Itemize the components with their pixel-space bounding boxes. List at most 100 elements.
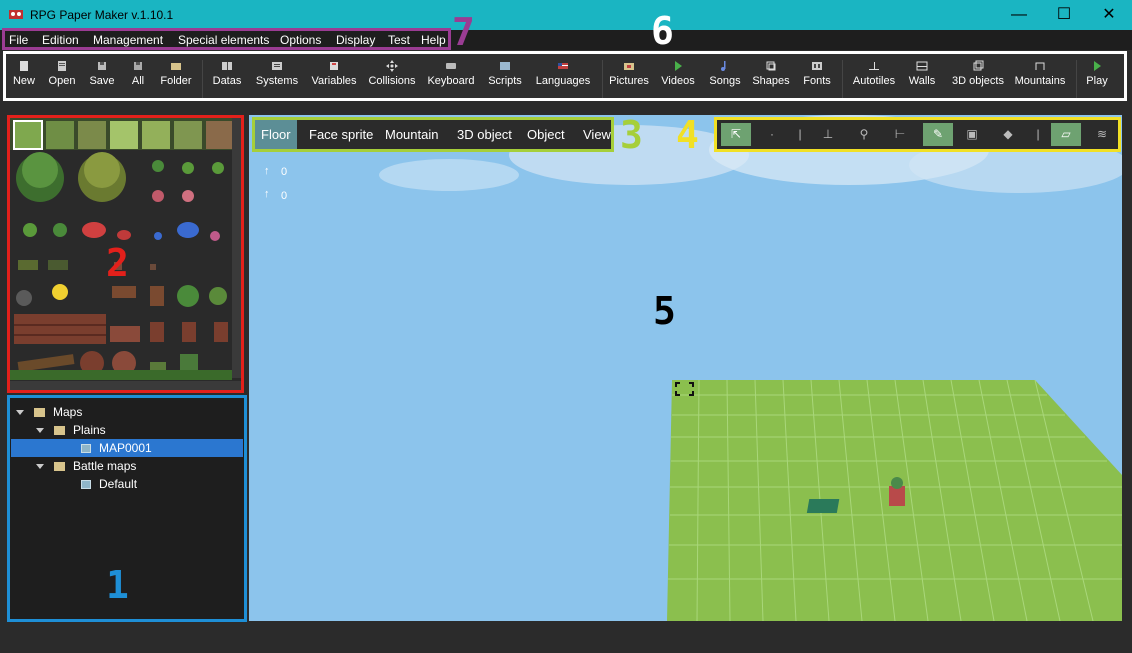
autotiles-icon (869, 62, 879, 70)
drawing-tools-bar: ⇱ · | ⊥ ⚲ ⊢ ✎ ▣ ◆ | ▱ ≋ (714, 117, 1121, 152)
tree-item-map0001[interactable]: MAP0001 (11, 439, 243, 457)
fonts-icon (812, 62, 822, 70)
scale-tool-icon[interactable]: ⚲ (849, 123, 879, 146)
minimize-button[interactable]: — (996, 0, 1042, 30)
mountains-button[interactable]: Mountains (1012, 60, 1068, 100)
tree-item-battle-maps[interactable]: Battle maps (36, 457, 244, 475)
map-editor-viewport[interactable] (249, 115, 1122, 621)
tree-item-maps[interactable]: Maps (16, 403, 244, 421)
play-icon (1094, 61, 1101, 71)
annotation-number-7: 7 (452, 10, 475, 54)
separator-icon: | (1036, 127, 1040, 141)
autotiles-button[interactable]: Autotiles (849, 60, 899, 100)
folder-icon (54, 462, 65, 472)
save-button[interactable]: Save (86, 60, 118, 100)
folder-icon (34, 408, 45, 418)
shapes-icon (766, 61, 776, 71)
tab-3d-object[interactable]: 3D object (451, 120, 518, 149)
tree-item-default[interactable]: Default (81, 475, 244, 493)
rotate-tool-icon[interactable]: ⊥ (813, 123, 843, 146)
annotation-number-2: 2 (106, 241, 129, 285)
new-file-icon (20, 61, 28, 71)
tileset-vertical-scrollbar[interactable] (232, 118, 241, 378)
z-coordinate: 0 (281, 190, 288, 202)
3d-objects-button[interactable]: 3D objects (948, 60, 1008, 100)
annotation-box-7 (2, 28, 451, 50)
tab-face-sprite[interactable]: Face sprite (303, 120, 379, 149)
languages-button[interactable]: Languages (533, 60, 593, 100)
toolbar-separator (202, 60, 203, 98)
window-title: RPG Paper Maker v.1.10.1 (30, 8, 174, 22)
scripts-icon (500, 62, 510, 70)
play-button[interactable]: Play (1082, 60, 1112, 100)
z-height-icon: ↑ (264, 188, 270, 200)
annotation-number-5: 5 (653, 289, 676, 333)
mountain-icon (1035, 62, 1045, 70)
toolbar-separator (602, 60, 603, 98)
toolbar-separator (842, 60, 843, 98)
pictures-button[interactable]: Pictures (608, 60, 650, 100)
title-bar: RPG Paper Maker v.1.10.1 — ☐ ✕ (0, 0, 1132, 30)
folder-icon (54, 426, 65, 436)
paint-bucket-tool-icon[interactable]: ◆ (993, 123, 1023, 146)
layer-on-tool-icon[interactable]: ≋ (1087, 123, 1117, 146)
collisions-move-icon (386, 60, 398, 72)
folder-button[interactable]: Folder (158, 60, 194, 100)
new-button[interactable]: New (9, 60, 39, 100)
keyboard-icon (446, 63, 456, 69)
pencil-tool-icon[interactable]: ✎ (923, 123, 953, 146)
songs-button[interactable]: Songs (708, 60, 742, 100)
tab-object[interactable]: Object (521, 120, 571, 149)
map-icon (81, 444, 91, 454)
map-element-tabs: Floor Face sprite Mountain 3D object Obj… (252, 117, 614, 152)
map-3d-view[interactable] (249, 115, 1122, 621)
systems-icon (272, 62, 282, 70)
tab-mountain[interactable]: Mountain (379, 120, 444, 149)
expand-arrow-icon[interactable] (16, 410, 24, 416)
variables-icon (330, 62, 338, 70)
rectangle-tool-icon[interactable]: ▣ (957, 123, 987, 146)
toolbar-separator (1076, 60, 1077, 98)
status-bar (0, 622, 1132, 653)
expand-arrow-icon[interactable] (36, 428, 44, 434)
shapes-button[interactable]: Shapes (751, 60, 791, 100)
music-note-icon (721, 61, 726, 71)
tab-floor[interactable]: Floor (255, 120, 297, 149)
close-button[interactable]: ✕ (1086, 0, 1132, 30)
collisions-button[interactable]: Collisions (368, 60, 416, 100)
tree-item-plains[interactable]: Plains (36, 421, 244, 439)
cursor-tool-icon[interactable]: ⇱ (721, 123, 751, 146)
maximize-button[interactable]: ☐ (1041, 0, 1087, 30)
annotation-number-4: 4 (676, 113, 699, 157)
map-icon (81, 480, 91, 490)
variables-button[interactable]: Variables (309, 60, 359, 100)
flag-icon (558, 63, 568, 69)
cube-icon (973, 60, 984, 71)
fonts-button[interactable]: Fonts (800, 60, 834, 100)
layer-off-tool-icon[interactable]: ▱ (1051, 123, 1081, 146)
open-button[interactable]: Open (46, 60, 78, 100)
folder-icon (171, 63, 181, 70)
play-video-icon (675, 61, 682, 71)
scripts-button[interactable]: Scripts (486, 60, 524, 100)
y-coordinate: 0 (281, 166, 288, 178)
save-all-button[interactable]: All (126, 60, 150, 100)
move-tool-icon[interactable]: · (757, 123, 787, 146)
annotation-number-3: 3 (620, 113, 643, 157)
main-toolbar: New Open Save All Folder Datas Systems V… (3, 51, 1127, 101)
walls-button[interactable]: Walls (906, 60, 938, 100)
systems-button[interactable]: Systems (254, 60, 300, 100)
save-all-icon (134, 62, 142, 70)
expand-arrow-icon[interactable] (36, 464, 44, 470)
translate-tool-icon[interactable]: ⊢ (885, 123, 915, 146)
tileset-horizontal-scrollbar[interactable] (10, 381, 241, 390)
videos-button[interactable]: Videos (660, 60, 696, 100)
app-logo-icon (9, 10, 23, 19)
datas-button[interactable]: Datas (210, 60, 244, 100)
keyboard-button[interactable]: Keyboard (425, 60, 477, 100)
y-height-icon: ↑ (264, 165, 270, 177)
open-icon (58, 61, 66, 71)
tab-view[interactable]: View (577, 120, 617, 149)
walls-icon (916, 61, 928, 71)
datas-icon (222, 62, 232, 70)
